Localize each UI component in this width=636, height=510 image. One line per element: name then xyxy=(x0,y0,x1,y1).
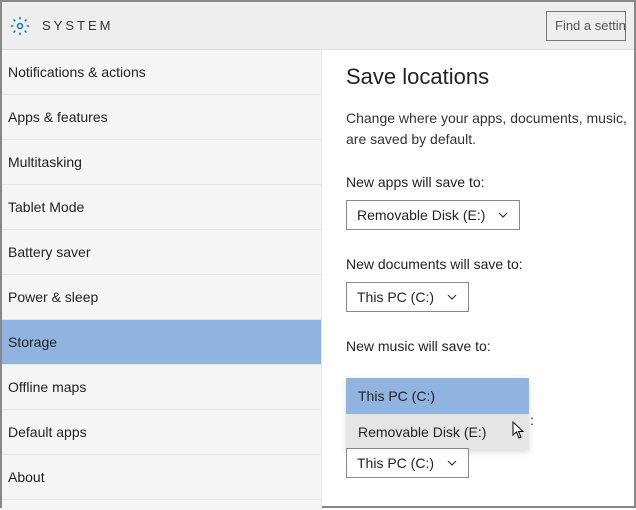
header-bar: SYSTEM Find a settin xyxy=(2,2,634,50)
content-area: Notifications & actions Apps & features … xyxy=(2,50,634,510)
dropdown-next-location[interactable]: This PC (C:) xyxy=(346,448,469,478)
dropdown-value: This PC (C:) xyxy=(357,455,434,471)
sidebar-item-battery-saver[interactable]: Battery saver xyxy=(2,230,321,275)
sidebar-item-about[interactable]: About xyxy=(2,455,321,500)
label-fragment: : xyxy=(530,412,534,428)
dropdown-value: Removable Disk (E:) xyxy=(357,207,485,223)
gear-icon xyxy=(10,16,30,36)
cursor-icon xyxy=(510,420,530,440)
sidebar-item-label: Battery saver xyxy=(8,244,90,260)
sidebar-item-power-sleep[interactable]: Power & sleep xyxy=(2,275,321,320)
chevron-down-icon xyxy=(497,209,509,221)
chevron-down-icon xyxy=(446,457,458,469)
dropdown-popup-music: This PC (C:) Removable Disk (E:) xyxy=(346,378,529,450)
page-title: Save locations xyxy=(346,64,634,90)
dropdown-option[interactable]: Removable Disk (E:) xyxy=(346,414,529,450)
header-title: SYSTEM xyxy=(42,18,113,33)
sidebar-item-label: Storage xyxy=(8,334,57,350)
sidebar-item-label: Offline maps xyxy=(8,379,86,395)
dropdown-option[interactable]: This PC (C:) xyxy=(346,378,529,414)
setting-label: New music will save to: xyxy=(346,338,634,354)
sidebar-item-label: Tablet Mode xyxy=(8,199,84,215)
setting-music: New music will save to: xyxy=(346,338,634,354)
search-input[interactable]: Find a settin xyxy=(546,11,626,41)
sidebar-item-label: Default apps xyxy=(8,424,87,440)
dropdown-value: This PC (C:) xyxy=(357,289,434,305)
setting-documents: New documents will save to: This PC (C:) xyxy=(346,256,634,312)
sidebar-item-offline-maps[interactable]: Offline maps xyxy=(2,365,321,410)
sidebar-item-notifications[interactable]: Notifications & actions xyxy=(2,50,321,95)
setting-label: New apps will save to: xyxy=(346,174,634,190)
sidebar-item-label: Apps & features xyxy=(8,109,108,125)
sidebar-item-apps-features[interactable]: Apps & features xyxy=(2,95,321,140)
sidebar-item-multitasking[interactable]: Multitasking xyxy=(2,140,321,185)
page-description: Change where your apps, documents, music… xyxy=(346,108,634,150)
setting-label: New documents will save to: xyxy=(346,256,634,272)
chevron-down-icon xyxy=(446,291,458,303)
sidebar-item-label: Multitasking xyxy=(8,154,82,170)
setting-apps: New apps will save to: Removable Disk (E… xyxy=(346,174,634,230)
sidebar-item-tablet-mode[interactable]: Tablet Mode xyxy=(2,185,321,230)
dropdown-apps-location[interactable]: Removable Disk (E:) xyxy=(346,200,520,230)
sidebar-item-default-apps[interactable]: Default apps xyxy=(2,410,321,455)
sidebar-item-label: Power & sleep xyxy=(8,289,98,305)
dropdown-documents-location[interactable]: This PC (C:) xyxy=(346,282,469,312)
sidebar-item-label: Notifications & actions xyxy=(8,64,146,80)
sidebar-item-storage[interactable]: Storage xyxy=(2,320,321,365)
sidebar-item-label: About xyxy=(8,469,45,485)
main-panel: Save locations Change where your apps, d… xyxy=(322,50,634,510)
sidebar: Notifications & actions Apps & features … xyxy=(2,50,322,510)
